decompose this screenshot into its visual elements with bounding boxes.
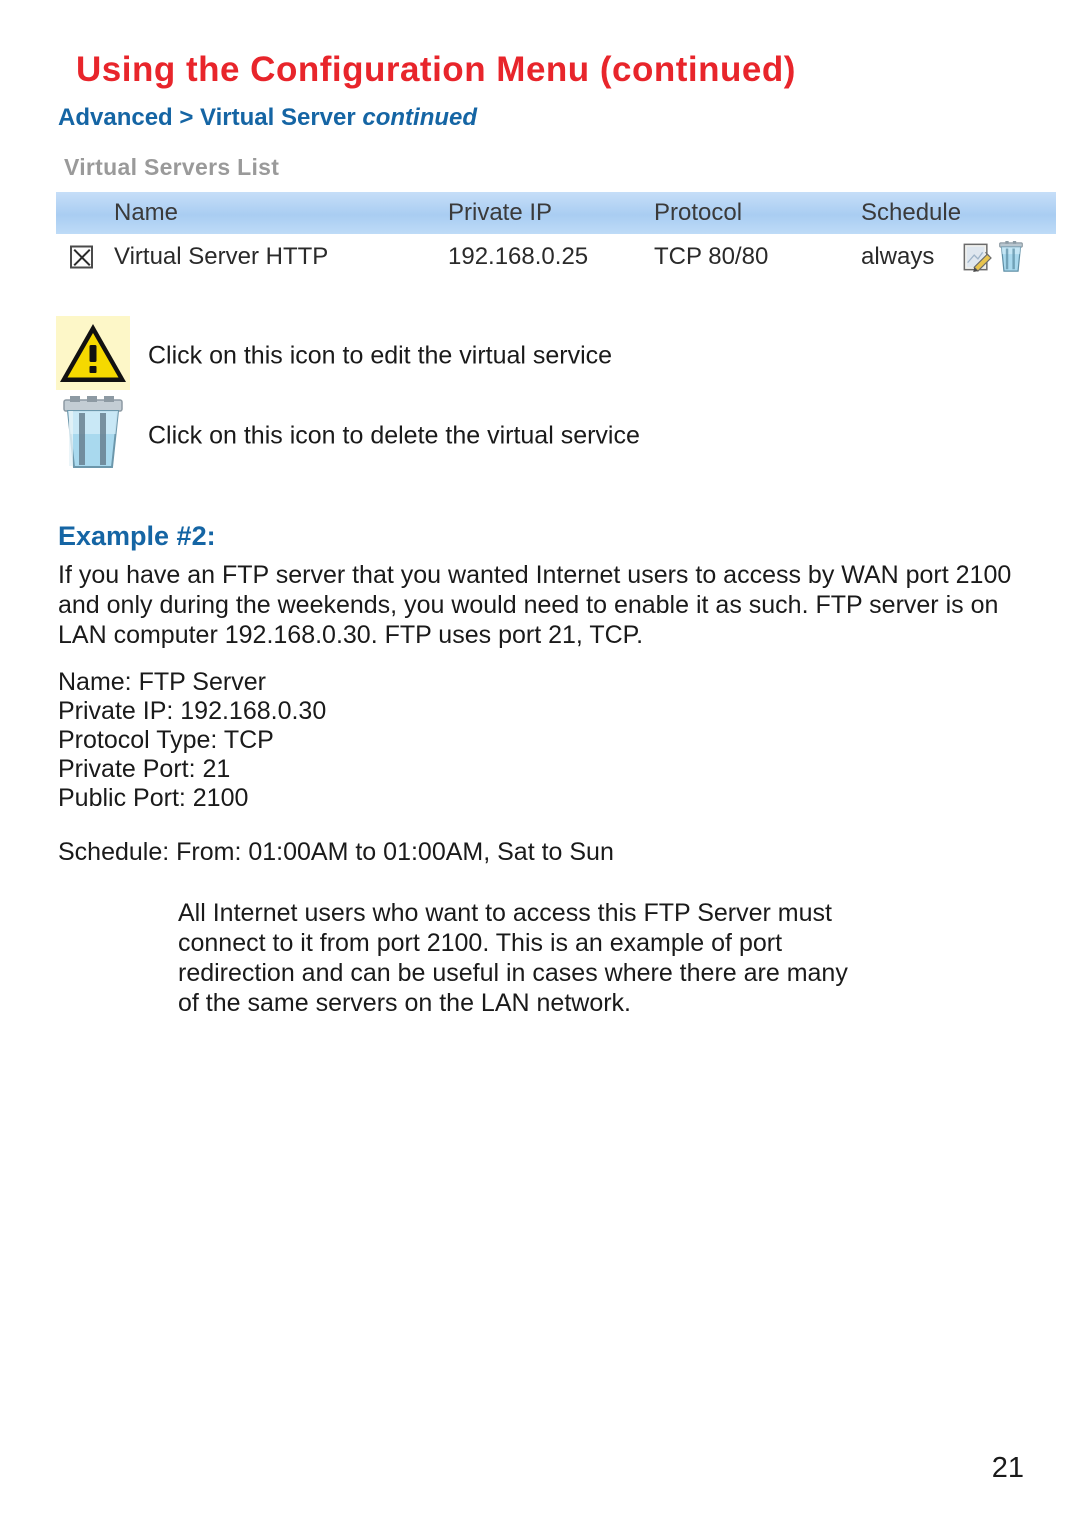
column-header-private-ip: Private IP: [448, 199, 553, 226]
column-header-schedule: Schedule: [861, 199, 962, 226]
table-header-row: Name Private IP Protocol Schedule: [56, 192, 1056, 234]
cell-name: Virtual Server HTTP: [114, 243, 329, 270]
row-action-buttons: [962, 241, 1026, 273]
table-row: Virtual Server HTTP 192.168.0.25 TCP 80/…: [56, 234, 1056, 280]
virtual-servers-screenshot: Virtual Servers List Name Private IP Pro…: [56, 152, 1056, 280]
column-header-protocol: Protocol: [654, 199, 743, 226]
example-spec-list: Name: FTP Server Private IP: 192.168.0.3…: [58, 668, 326, 813]
cell-schedule: always: [861, 243, 935, 270]
example-intro-paragraph: If you have an FTP server that you wante…: [58, 561, 1012, 649]
delete-icon[interactable]: [996, 241, 1026, 273]
spec-name: Name: FTP Server: [58, 668, 266, 696]
edit-icon[interactable]: [962, 242, 992, 272]
spec-public-port: Public Port: 2100: [58, 784, 249, 812]
example-closing-paragraph: All Internet users who want to access th…: [178, 899, 848, 1017]
page-title: Using the Configuration Menu (continued): [76, 50, 796, 89]
legend-row-edit: Click on this icon to edit the virtual s…: [56, 316, 1016, 396]
virtual-servers-list-title: Virtual Servers List: [64, 154, 280, 180]
legend-text-edit: Click on this icon to edit the virtual s…: [148, 341, 613, 370]
spec-private-port: Private Port: 21: [58, 755, 231, 783]
cell-protocol: TCP 80/80: [654, 243, 769, 270]
trash-can-icon: [56, 396, 130, 470]
legend-row-delete: Click on this icon to delete the virtual…: [56, 396, 1016, 476]
legend-icon-edit-wrapper: [56, 316, 130, 390]
column-header-name: Name: [114, 199, 179, 226]
spec-private-ip: Private IP: 192.168.0.30: [58, 697, 327, 725]
legend-icon-delete-wrapper: [56, 396, 130, 470]
breadcrumb: Advanced > Virtual Server continued: [58, 104, 477, 132]
example-schedule-line: Schedule: From: 01:00AM to 01:00AM, Sat …: [58, 838, 614, 866]
breadcrumb-path: Advanced > Virtual Server: [58, 104, 363, 131]
document-page: Using the Configuration Menu (continued)…: [0, 0, 1080, 1529]
row-enabled-checkbox[interactable]: [70, 245, 93, 269]
virtual-servers-table: Name Private IP Protocol Schedule Virtua…: [56, 192, 1056, 280]
page-number: 21: [991, 1452, 1024, 1484]
cell-private-ip: 192.168.0.25: [448, 243, 589, 270]
spec-protocol-type: Protocol Type: TCP: [58, 726, 274, 754]
legend-text-delete: Click on this icon to delete the virtual…: [148, 421, 640, 450]
icon-legend: Click on this icon to edit the virtual s…: [56, 316, 1016, 476]
warning-triangle-icon: [56, 316, 130, 390]
example-heading: Example #2:: [58, 521, 216, 551]
breadcrumb-continued-label: continued: [362, 104, 478, 131]
